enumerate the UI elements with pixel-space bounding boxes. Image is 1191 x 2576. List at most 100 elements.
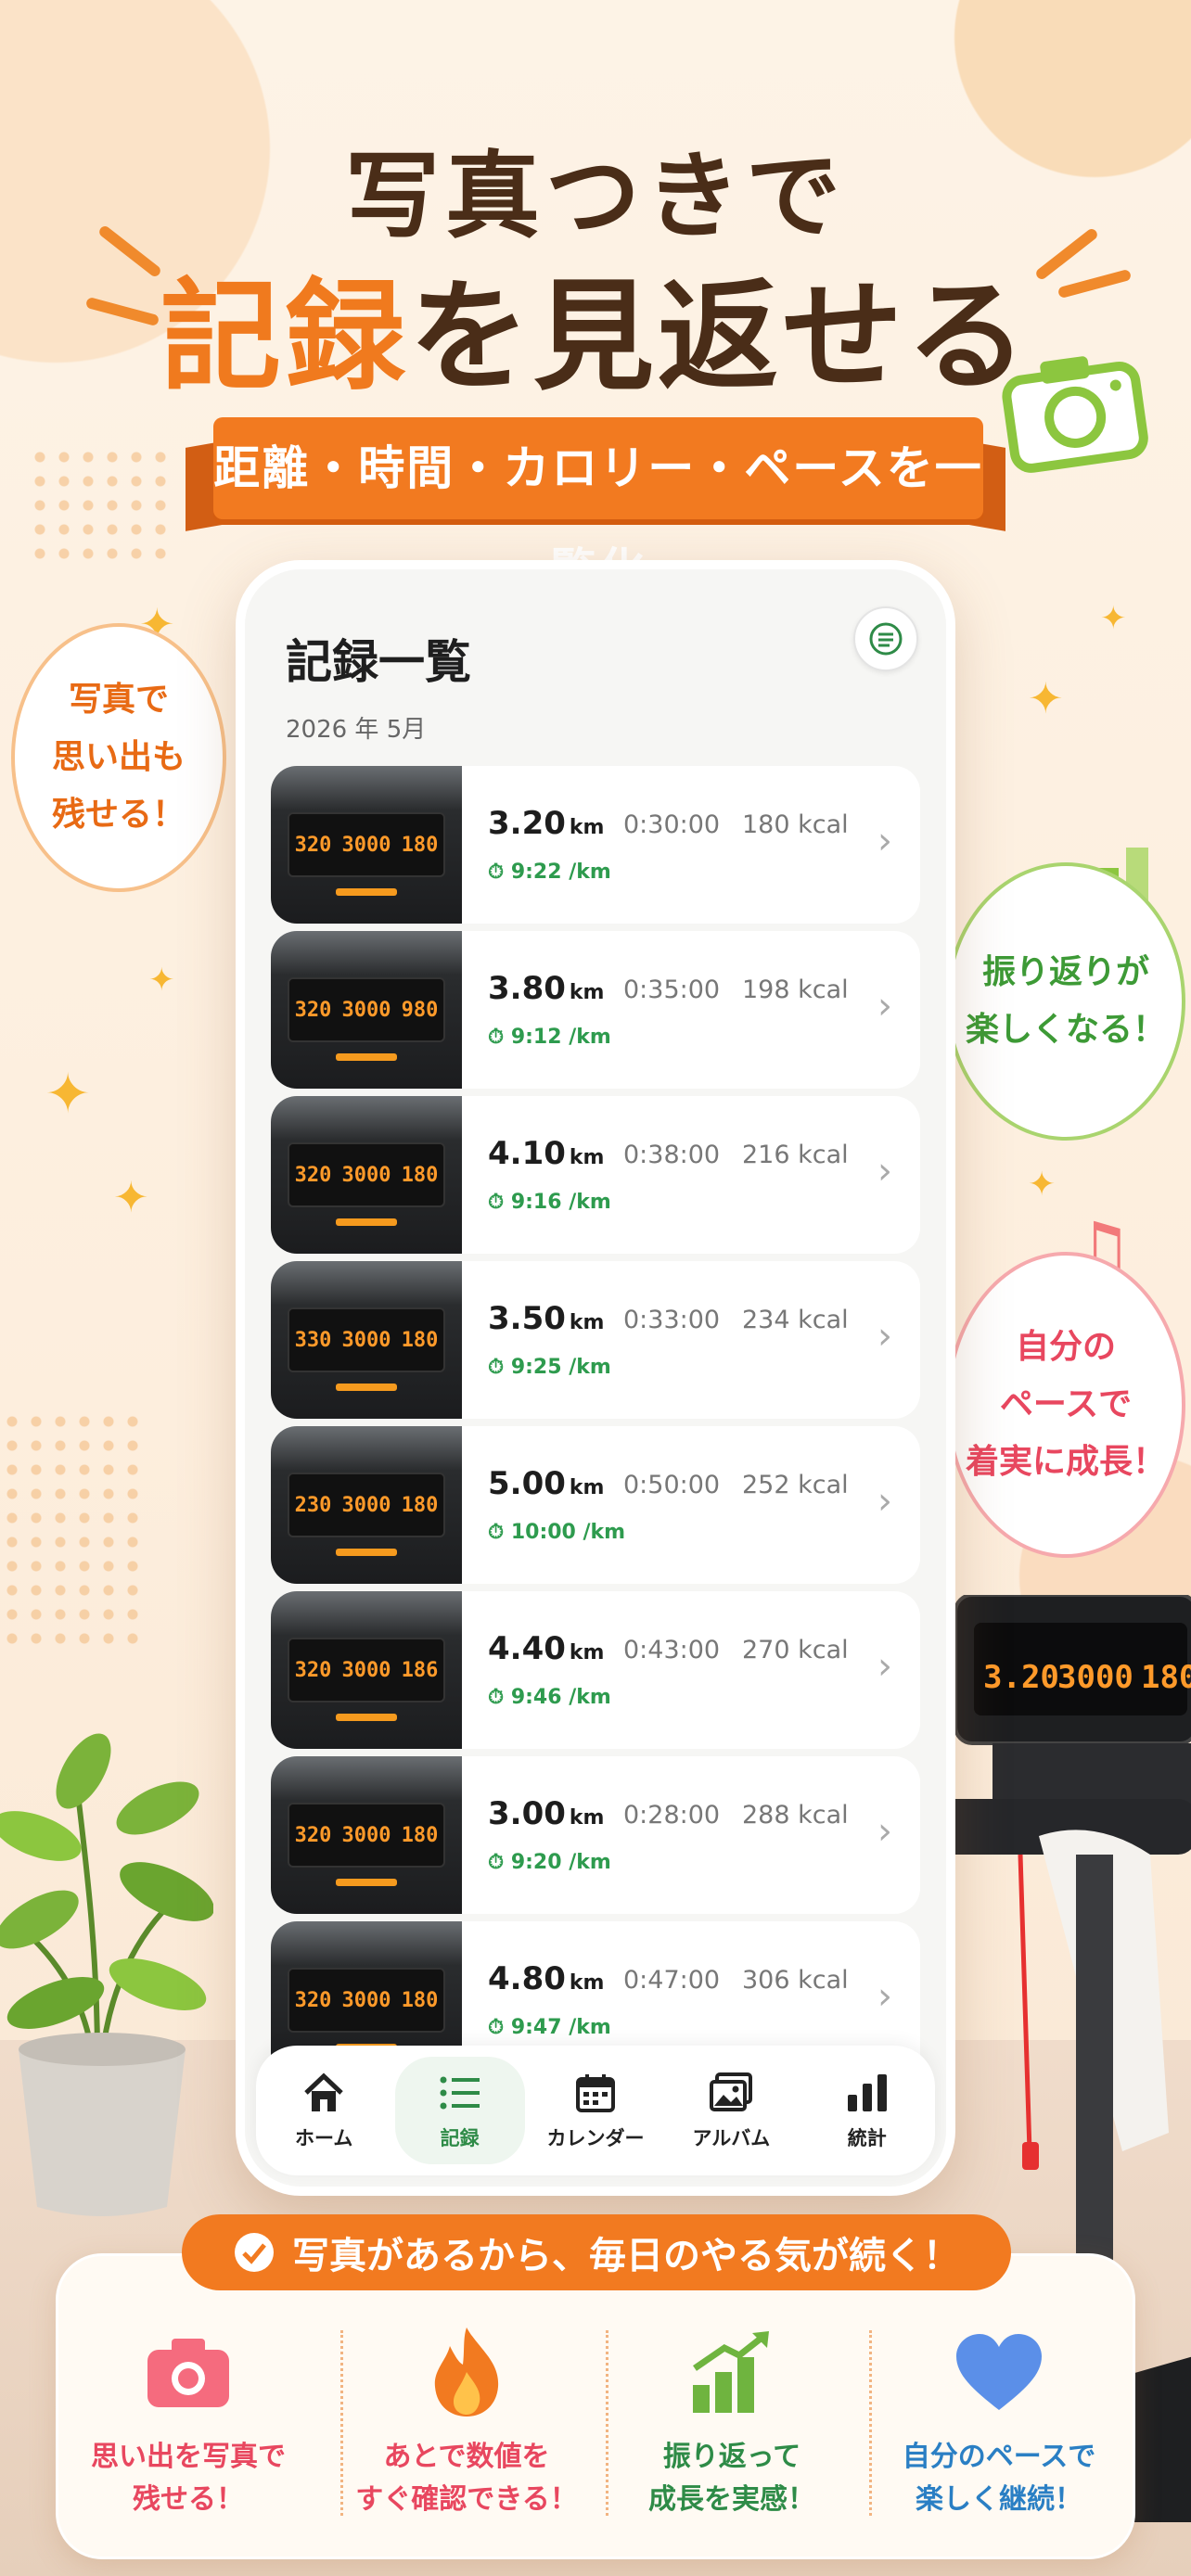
bubble-text: 思い出も bbox=[51, 738, 186, 776]
panel-digits: 980 bbox=[401, 998, 439, 1022]
record-calories: 306 kcal bbox=[742, 1966, 849, 1995]
treadmill-readout: 3000 bbox=[1057, 1659, 1133, 1696]
list-icon bbox=[440, 2076, 480, 2110]
panel-digits: 3000 bbox=[341, 1823, 391, 1847]
check-circle-icon bbox=[235, 2233, 274, 2272]
record-row[interactable]: 320 3000 186 4.40 km 0:43:00 270 kcal ⏱ 9:46 /k… bbox=[271, 1591, 920, 1749]
sparkle-icon: ✦ bbox=[1028, 673, 1064, 723]
pace-value: 10:00 /km bbox=[510, 1521, 626, 1544]
chevron-right-icon: › bbox=[877, 1975, 892, 2018]
subtitle-ribbon: 距離・時間・カロリー・ペースを一覧化 bbox=[213, 417, 983, 597]
panel-digits: 3000 bbox=[341, 833, 391, 857]
treadmill-photo-thumbnail: 320 3000 180 bbox=[271, 1096, 462, 1254]
distance-unit: km bbox=[569, 1476, 605, 1499]
speech-bubble-right-bottom: 自分の ペースで 着実に成長！ bbox=[946, 1252, 1185, 1558]
panel-digits: 320 bbox=[294, 1658, 332, 1682]
panel-digits: 186 bbox=[401, 1658, 439, 1682]
distance-value: 3.00 bbox=[488, 1795, 566, 1832]
chevron-right-icon: › bbox=[877, 1645, 892, 1688]
clock-icon: ⏱ bbox=[488, 1026, 511, 1049]
panel-digits: 180 bbox=[401, 1823, 439, 1847]
sparkle-icon: ✦ bbox=[148, 962, 175, 999]
tab-records[interactable]: 記録 bbox=[394, 2057, 525, 2164]
record-pace: ⏱ 9:12 /km bbox=[488, 1026, 611, 1049]
speech-bubble-right-top: 振り返りが 楽しくなる！ bbox=[946, 862, 1185, 1141]
record-time: 0:43:00 bbox=[623, 1636, 721, 1664]
distance-value: 3.80 bbox=[488, 970, 566, 1007]
treadmill-panel: 320 3000 980 bbox=[288, 977, 445, 1042]
record-row[interactable]: 320 3000 180 3.00 km 0:28:00 288 kcal ⏱ 9:20 /k… bbox=[271, 1756, 920, 1914]
record-pace: ⏱ 9:46 /km bbox=[488, 1686, 611, 1709]
panel-digits: 320 bbox=[294, 1823, 332, 1847]
record-row[interactable]: 330 3000 180 3.50 km 0:33:00 234 kcal ⏱ 9:25 /k… bbox=[271, 1261, 920, 1419]
tab-calendar[interactable]: カレンダー bbox=[531, 2070, 660, 2151]
chevron-right-icon: › bbox=[877, 1315, 892, 1358]
treadmill-readout: 3.20 bbox=[983, 1659, 1059, 1696]
panel-digits: 180 bbox=[401, 1988, 439, 2012]
headline-rest: を見返せる bbox=[409, 266, 1031, 407]
tab-label: アルバム bbox=[692, 2127, 771, 2149]
record-time: 0:35:00 bbox=[623, 976, 721, 1004]
record-distance: 3.50 km bbox=[488, 1300, 604, 1337]
bubble-text: 振り返りが bbox=[981, 953, 1149, 991]
chevron-right-icon: › bbox=[877, 820, 892, 862]
camera-icon bbox=[147, 2339, 229, 2407]
distance-value: 3.50 bbox=[488, 1300, 566, 1337]
clock-icon: ⏱ bbox=[488, 861, 511, 884]
record-pace: ⏱ 9:22 /km bbox=[488, 861, 611, 884]
pace-value: 9:12 /km bbox=[510, 1026, 611, 1049]
treadmill-panel: 330 3000 180 bbox=[288, 1307, 445, 1372]
flame-icon bbox=[434, 2327, 499, 2417]
panel-indicator bbox=[336, 1384, 397, 1391]
bubble-text: 写真で bbox=[68, 681, 169, 719]
record-time: 0:33:00 bbox=[623, 1306, 721, 1334]
clock-icon: ⏱ bbox=[488, 2016, 511, 2039]
record-row[interactable]: 230 3000 180 5.00 km 0:50:00 252 kcal ⏱ 10:00 /… bbox=[271, 1426, 920, 1584]
chevron-right-icon: › bbox=[877, 985, 892, 1027]
record-time: 0:47:00 bbox=[623, 1966, 721, 1995]
panel-digits: 180 bbox=[401, 1493, 439, 1517]
tab-album[interactable]: アルバム bbox=[666, 2070, 796, 2151]
record-row[interactable]: 320 3000 180 4.10 km 0:38:00 216 kcal ⏱ 9:16 /k… bbox=[271, 1096, 920, 1254]
filter-button[interactable] bbox=[853, 606, 918, 671]
feature-card: 思い出を写真で 残せる！ あとで数値を すぐ確認できる！ 振り返って 成長を実感！ 自… bbox=[56, 2253, 1135, 2559]
panel-digits: 230 bbox=[294, 1493, 332, 1517]
record-pace: ⏱ 9:47 /km bbox=[488, 2016, 611, 2039]
banner-text: 写真があるから、毎日のやる気が続く！ bbox=[292, 2235, 960, 2277]
speech-bubble-left: 写真で 思い出も 残せる！ bbox=[11, 623, 226, 892]
panel-digits: 320 bbox=[294, 1163, 332, 1187]
pace-value: 9:22 /km bbox=[510, 861, 611, 884]
tab-label: ホーム bbox=[295, 2127, 353, 2149]
pace-value: 9:16 /km bbox=[510, 1191, 611, 1214]
treadmill-panel: 230 3000 180 bbox=[288, 1473, 445, 1537]
record-calories: 234 kcal bbox=[742, 1306, 849, 1334]
heart-icon bbox=[956, 2334, 1042, 2410]
feature-text: 振り返って bbox=[662, 2441, 801, 2473]
treadmill-panel: 320 3000 180 bbox=[288, 1968, 445, 2033]
record-row[interactable]: 320 3000 180 3.20 km 0:30:00 180 kcal ⏱ 9:22 /k… bbox=[271, 766, 920, 924]
growth-chart-icon bbox=[693, 2331, 769, 2413]
panel-digits: 320 bbox=[294, 998, 332, 1022]
bubble-text: 楽しくなる！ bbox=[965, 1011, 1166, 1049]
record-pace: ⏱ 9:20 /km bbox=[488, 1851, 611, 1874]
distance-unit: km bbox=[569, 1146, 605, 1169]
potted-plant bbox=[0, 1733, 213, 2216]
record-time: 0:50:00 bbox=[623, 1471, 721, 1499]
record-row[interactable]: 320 3000 980 3.80 km 0:35:00 198 kcal ⏱ 9:12 /k… bbox=[271, 931, 920, 1089]
panel-digits: 320 bbox=[294, 833, 332, 857]
distance-unit: km bbox=[569, 1641, 605, 1664]
clock-icon: ⏱ bbox=[488, 1521, 511, 1544]
feature-text: すぐ確認できる！ bbox=[355, 2483, 578, 2516]
record-distance: 4.10 km bbox=[488, 1135, 604, 1172]
distance-value: 4.40 bbox=[488, 1630, 566, 1667]
distance-value: 4.80 bbox=[488, 1960, 566, 1997]
chevron-right-icon: › bbox=[877, 1150, 892, 1192]
tab-home[interactable]: ホーム bbox=[259, 2070, 389, 2151]
bubble-text: 着実に成長！ bbox=[965, 1443, 1166, 1481]
treadmill-panel: 320 3000 180 bbox=[288, 1803, 445, 1868]
tab-stats[interactable]: 統計 bbox=[802, 2070, 932, 2151]
distance-unit: km bbox=[569, 981, 605, 1004]
headline-accent: 記録 bbox=[160, 266, 409, 407]
sparkle-icon: ✦ bbox=[1028, 1166, 1057, 1204]
feature-item: あとで数値を すぐ確認できる！ bbox=[337, 2321, 596, 2521]
